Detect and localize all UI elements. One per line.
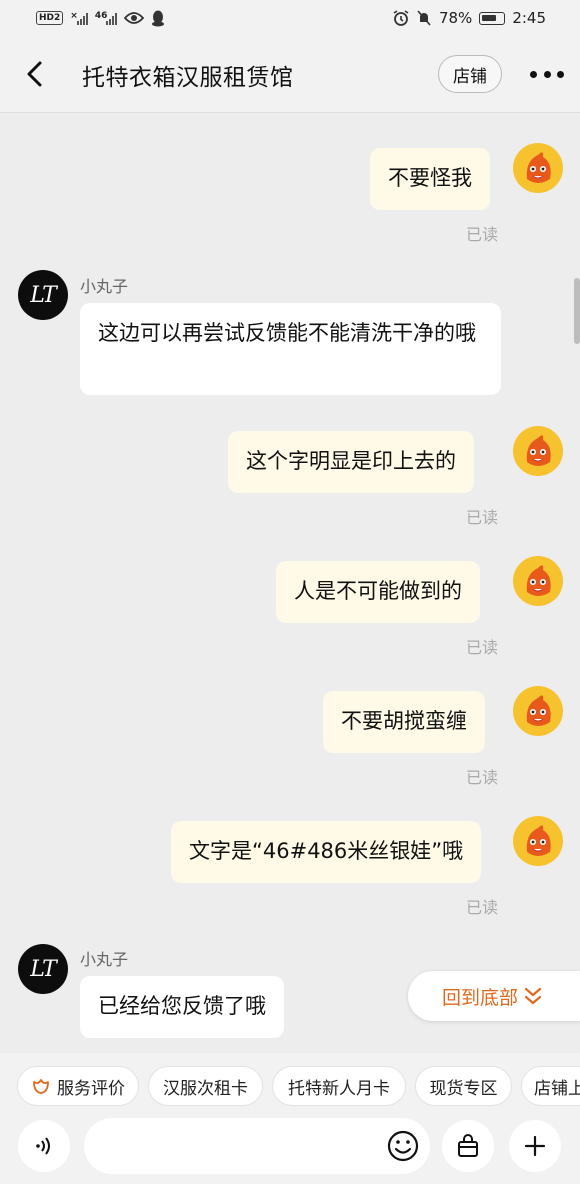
shop-button[interactable]: 店铺: [438, 55, 502, 93]
read-receipt: 已读: [466, 768, 499, 787]
status-bar: HD2 × 46 78% 2:45: [0, 0, 580, 36]
read-receipt: 已读: [466, 898, 499, 917]
back-arrow-icon[interactable]: [20, 58, 52, 90]
read-receipt: 已读: [466, 638, 499, 657]
user-avatar[interactable]: [513, 143, 563, 193]
voice-icon: [36, 1137, 50, 1155]
user-avatar[interactable]: [513, 816, 563, 866]
user-avatar[interactable]: [513, 556, 563, 606]
agent-message-bubble[interactable]: 这边可以再尝试反馈能不能清洗干净的哦: [80, 303, 501, 395]
quick-action-new-arrivals[interactable]: 店铺上新: [521, 1066, 580, 1106]
sender-name: 小丸子: [80, 950, 129, 969]
user-avatar[interactable]: [513, 426, 563, 476]
chat-area[interactable]: 不要怪我 已读 LT 小丸子 这边可以再尝试反馈能不能清洗干净的哦 这个字明显是…: [0, 113, 580, 1053]
sender-name: 小丸子: [80, 277, 129, 296]
my-message-bubble[interactable]: 这个字明显是印上去的: [228, 431, 474, 493]
message-input[interactable]: [84, 1118, 430, 1174]
alarm-icon: [393, 10, 409, 26]
user-avatar[interactable]: [513, 686, 563, 736]
eye-icon: [124, 12, 145, 24]
quick-action-new-member-card[interactable]: 托特新人月卡: [272, 1066, 406, 1106]
clock-time: 2:45: [512, 9, 546, 27]
my-message-bubble[interactable]: 人是不可能做到的: [276, 561, 480, 623]
quick-action-rental-card[interactable]: 汉服次租卡: [148, 1066, 263, 1106]
more-dots-icon[interactable]: [530, 66, 564, 82]
voice-button[interactable]: [18, 1120, 70, 1172]
my-message-bubble[interactable]: 不要胡搅蛮缠: [323, 691, 485, 753]
emoji-icon[interactable]: [386, 1129, 420, 1163]
read-receipt: 已读: [466, 508, 499, 527]
mute-bell-icon: [417, 10, 431, 26]
my-message-bubble[interactable]: 文字是“46#486米丝银娃”哦: [171, 821, 482, 883]
plus-icon: [524, 1135, 546, 1157]
quick-action-service-review[interactable]: 服务评价: [17, 1066, 139, 1106]
quick-actions-bar: 服务评价 汉服次租卡 托特新人月卡 现货专区 店铺上新: [0, 1053, 580, 1115]
read-receipt: 已读: [466, 225, 499, 244]
signal-icon-sim2: 46: [95, 11, 118, 25]
shopping-bag-button[interactable]: [442, 1120, 494, 1172]
agent-message-bubble[interactable]: 已经给您反馈了哦: [80, 976, 284, 1038]
chevron-double-down-icon: [524, 987, 542, 1005]
shop-agent-avatar[interactable]: LT: [18, 270, 68, 320]
hd-badge: HD2: [36, 11, 64, 25]
my-message-bubble[interactable]: 不要怪我: [370, 148, 490, 210]
jump-to-bottom-button[interactable]: 回到底部: [408, 971, 580, 1021]
signal-icon-sim1: ×: [70, 11, 88, 25]
plus-button[interactable]: [509, 1120, 561, 1172]
qq-penguin-icon: [152, 10, 165, 26]
flower-icon: [33, 1079, 49, 1094]
battery-icon: [479, 11, 506, 25]
jump-to-bottom-label: 回到底部: [442, 986, 519, 1009]
scrollbar[interactable]: [574, 278, 580, 344]
input-bar: [0, 1115, 580, 1184]
page-title: 托特衣箱汉服租赁馆: [82, 65, 294, 91]
shopping-bag-icon: [458, 1134, 478, 1157]
battery-percent: 78%: [438, 9, 473, 27]
status-bar-right: 78% 2:45: [393, 9, 546, 27]
chat-header: 托特衣箱汉服租赁馆 店铺: [0, 36, 580, 113]
status-bar-left: HD2 × 46: [36, 10, 165, 27]
quick-action-in-stock[interactable]: 现货专区: [415, 1066, 512, 1106]
shop-agent-avatar[interactable]: LT: [18, 944, 68, 994]
